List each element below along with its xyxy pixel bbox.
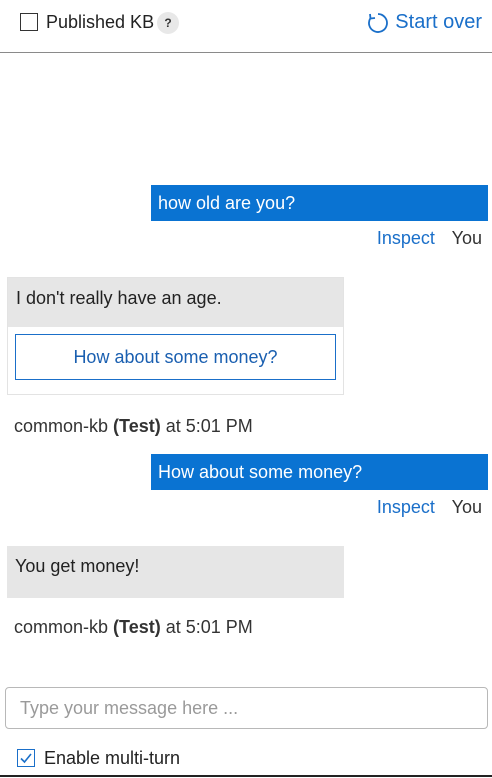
sender-label: You (451, 497, 482, 517)
bot-message: I don't really have an age. (8, 278, 343, 327)
kb-name: common-kb (14, 617, 109, 637)
bot-message-meta: common-kb (Test) at 5:01 PM (14, 617, 253, 638)
help-icon[interactable]: ? (157, 12, 179, 34)
divider (0, 775, 492, 777)
user-message: how old are you? (151, 185, 488, 221)
kb-environment: (Test) (113, 617, 161, 637)
multiturn-checkbox[interactable] (17, 749, 35, 767)
kb-environment: (Test) (113, 416, 161, 436)
bot-message-meta: common-kb (Test) at 5:01 PM (14, 416, 253, 437)
sender-label: You (451, 228, 482, 248)
start-over-label: Start over (395, 11, 482, 33)
published-kb-label: Published KB (46, 12, 155, 32)
message-time: at 5:01 PM (165, 416, 253, 436)
message-meta: Inspect You (377, 497, 482, 518)
user-message: How about some money? (151, 454, 488, 490)
bot-message-card: I don't really have an age. How about so… (7, 277, 344, 395)
test-panel-header: Published KB ? Start over (0, 0, 492, 53)
message-meta: Inspect You (377, 228, 482, 249)
message-input[interactable] (5, 687, 488, 729)
checkmark-icon (20, 753, 32, 764)
start-over-button[interactable]: Start over (367, 11, 482, 34)
suggested-prompt-button[interactable]: How about some money? (15, 334, 336, 380)
bot-message: You get money! (7, 546, 344, 598)
multiturn-label: Enable multi-turn (44, 748, 181, 768)
inspect-link[interactable]: Inspect (377, 497, 435, 517)
inspect-link[interactable]: Inspect (377, 228, 435, 248)
kb-name: common-kb (14, 416, 109, 436)
refresh-icon (368, 12, 389, 33)
message-time: at 5:01 PM (165, 617, 253, 637)
published-kb-checkbox[interactable] (20, 13, 38, 31)
